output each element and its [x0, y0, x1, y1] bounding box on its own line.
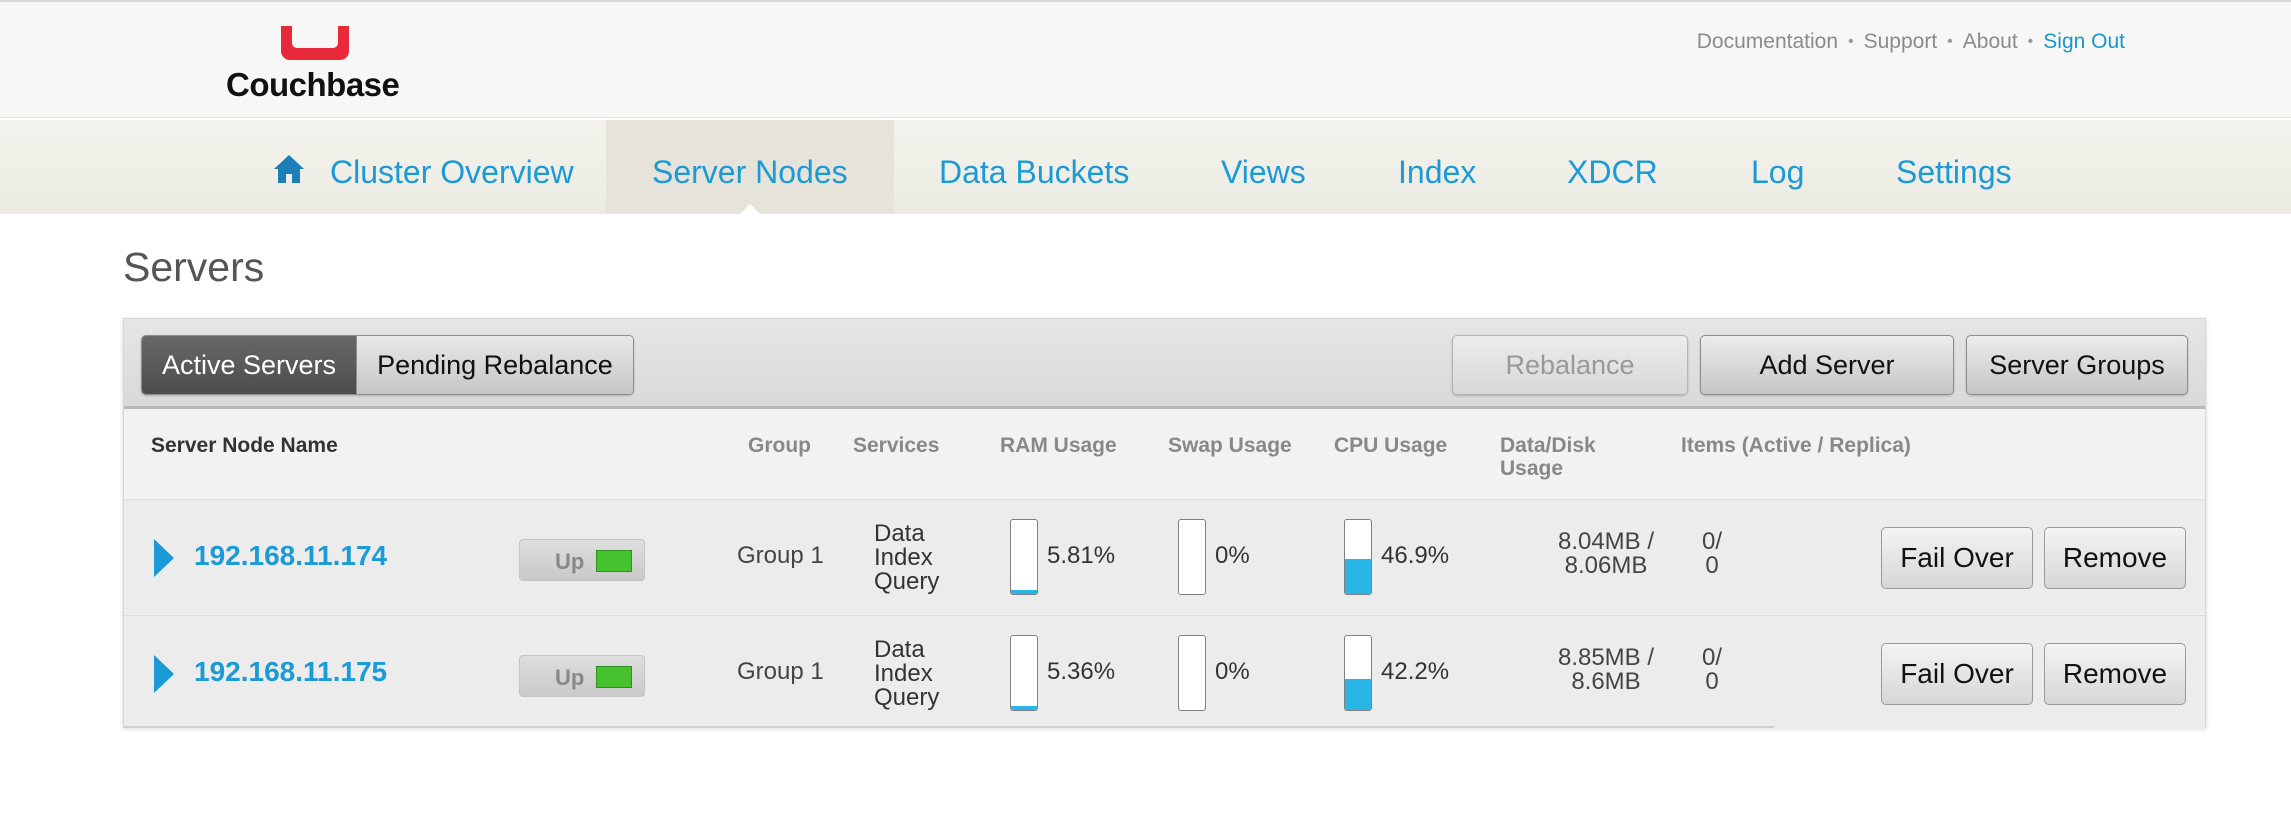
remove-button[interactable]: Remove	[2044, 643, 2186, 705]
server-node-link[interactable]: 192.168.11.174	[194, 540, 387, 572]
nav-xdcr[interactable]: XDCR	[1567, 120, 1658, 214]
main-nav: Cluster Overview Server Nodes Data Bucke…	[0, 120, 2291, 214]
ram-usage-value: 5.36%	[1047, 658, 1116, 685]
top-links: Documentation • Support • About • Sign O…	[1697, 30, 2125, 54]
cpu-gauge-fill	[1345, 559, 1371, 594]
data-disk-line2: 8.6MB	[1571, 668, 1641, 695]
group-cell: Group 1	[737, 542, 824, 569]
divider	[124, 726, 1774, 728]
nav-cluster-overview[interactable]: Cluster Overview	[330, 120, 574, 214]
table-row: 192.168.11.175 Up Group 1 Data Index Que…	[124, 615, 2205, 730]
items-count: 0/ 0	[1692, 646, 1732, 694]
remove-button[interactable]: Remove	[2044, 527, 2186, 589]
service-item: Index	[874, 660, 933, 687]
separator: •	[2027, 33, 2034, 50]
header-data-disk-line1: Data/Disk	[1500, 434, 1596, 457]
separator: •	[1848, 33, 1854, 50]
couchbase-logo-mark	[281, 26, 349, 60]
status-label: Up	[555, 665, 585, 690]
data-disk-line1: 8.04MB /	[1557, 528, 1655, 555]
rebalance-button[interactable]: Rebalance	[1452, 335, 1688, 395]
server-node-link[interactable]: 192.168.11.175	[194, 656, 387, 688]
cpu-gauge	[1344, 519, 1372, 595]
items-line1: 0/	[1701, 528, 1722, 555]
swap-usage-value: 0%	[1215, 658, 1250, 685]
items-count: 0/ 0	[1692, 530, 1732, 578]
header-items[interactable]: Items (Active / Replica)	[1681, 434, 1911, 457]
header-cpu-usage[interactable]: CPU Usage	[1334, 434, 1447, 457]
status-led-icon	[596, 666, 632, 688]
nav-log[interactable]: Log	[1751, 120, 1804, 214]
items-line2: 0	[1705, 552, 1719, 579]
swap-gauge	[1178, 635, 1206, 711]
fail-over-button[interactable]: Fail Over	[1881, 527, 2033, 589]
cpu-usage-value: 46.9%	[1381, 542, 1450, 569]
services-cell: Data Index Query	[874, 522, 939, 594]
ram-gauge	[1010, 519, 1038, 595]
support-link[interactable]: Support	[1864, 30, 1938, 54]
status-badge: Up	[519, 655, 645, 697]
expand-arrow-icon[interactable]	[154, 655, 174, 693]
nav-data-buckets[interactable]: Data Buckets	[939, 120, 1129, 214]
service-item: Query	[874, 568, 940, 595]
couchbase-logo[interactable]: Couchbase	[226, 26, 401, 106]
header-server-node-name[interactable]: Server Node Name	[151, 434, 338, 457]
separator: •	[1947, 33, 1953, 50]
header-data-disk-usage[interactable]: Data/Disk Usage	[1500, 434, 1596, 480]
logo-text: Couchbase	[226, 66, 400, 103]
documentation-link[interactable]: Documentation	[1697, 30, 1838, 54]
data-disk-usage: 8.85MB / 8.6MB	[1536, 646, 1676, 694]
header-ram-usage[interactable]: RAM Usage	[1000, 434, 1117, 457]
servers-panel: Active Servers Pending Rebalance Rebalan…	[123, 318, 2206, 730]
tab-active-servers[interactable]: Active Servers	[142, 336, 357, 394]
cpu-usage-value: 42.2%	[1381, 658, 1450, 685]
data-disk-line1: 8.85MB /	[1557, 644, 1655, 671]
header-data-disk-line2: Usage	[1500, 457, 1564, 480]
table-header: Server Node Name Group Services RAM Usag…	[124, 412, 2205, 499]
data-disk-usage: 8.04MB / 8.06MB	[1536, 530, 1676, 578]
nav-index[interactable]: Index	[1398, 120, 1476, 214]
cpu-gauge	[1344, 635, 1372, 711]
service-item: Index	[874, 544, 933, 571]
ram-usage-value: 5.81%	[1047, 542, 1116, 569]
swap-usage-value: 0%	[1215, 542, 1250, 569]
cpu-gauge-fill	[1345, 678, 1371, 710]
status-label: Up	[555, 549, 585, 574]
about-link[interactable]: About	[1963, 30, 2018, 54]
services-cell: Data Index Query	[874, 638, 939, 710]
table-row: 192.168.11.174 Up Group 1 Data Index Que…	[124, 499, 2205, 614]
service-item: Data	[874, 636, 925, 663]
header-group[interactable]: Group	[748, 434, 811, 457]
page-title: Servers	[123, 244, 265, 290]
service-item: Query	[874, 684, 940, 711]
servers-toolbar: Active Servers Pending Rebalance Rebalan…	[124, 319, 2205, 409]
server-groups-button[interactable]: Server Groups	[1966, 335, 2188, 395]
home-icon[interactable]	[272, 152, 306, 186]
data-disk-line2: 8.06MB	[1564, 552, 1648, 579]
status-badge: Up	[519, 539, 645, 581]
items-line1: 0/	[1701, 644, 1722, 671]
ram-gauge-fill	[1011, 589, 1037, 594]
service-item: Data	[874, 520, 925, 547]
group-cell: Group 1	[737, 658, 824, 685]
header-swap-usage[interactable]: Swap Usage	[1168, 434, 1292, 457]
expand-arrow-icon[interactable]	[154, 539, 174, 577]
fail-over-button[interactable]: Fail Over	[1881, 643, 2033, 705]
top-bar: Couchbase Documentation • Support • Abou…	[0, 0, 2291, 118]
status-led-icon	[596, 550, 632, 572]
server-view-tabs: Active Servers Pending Rebalance	[141, 335, 634, 395]
nav-views[interactable]: Views	[1221, 120, 1306, 214]
items-line2: 0	[1705, 668, 1719, 695]
ram-gauge-fill	[1011, 706, 1037, 710]
ram-gauge	[1010, 635, 1038, 711]
sign-out-link[interactable]: Sign Out	[2043, 30, 2125, 54]
add-server-button[interactable]: Add Server	[1700, 335, 1954, 395]
nav-settings[interactable]: Settings	[1896, 120, 2012, 214]
tab-pending-rebalance[interactable]: Pending Rebalance	[356, 336, 633, 394]
nav-server-nodes[interactable]: Server Nodes	[606, 120, 894, 214]
swap-gauge	[1178, 519, 1206, 595]
header-services: Services	[853, 434, 940, 457]
